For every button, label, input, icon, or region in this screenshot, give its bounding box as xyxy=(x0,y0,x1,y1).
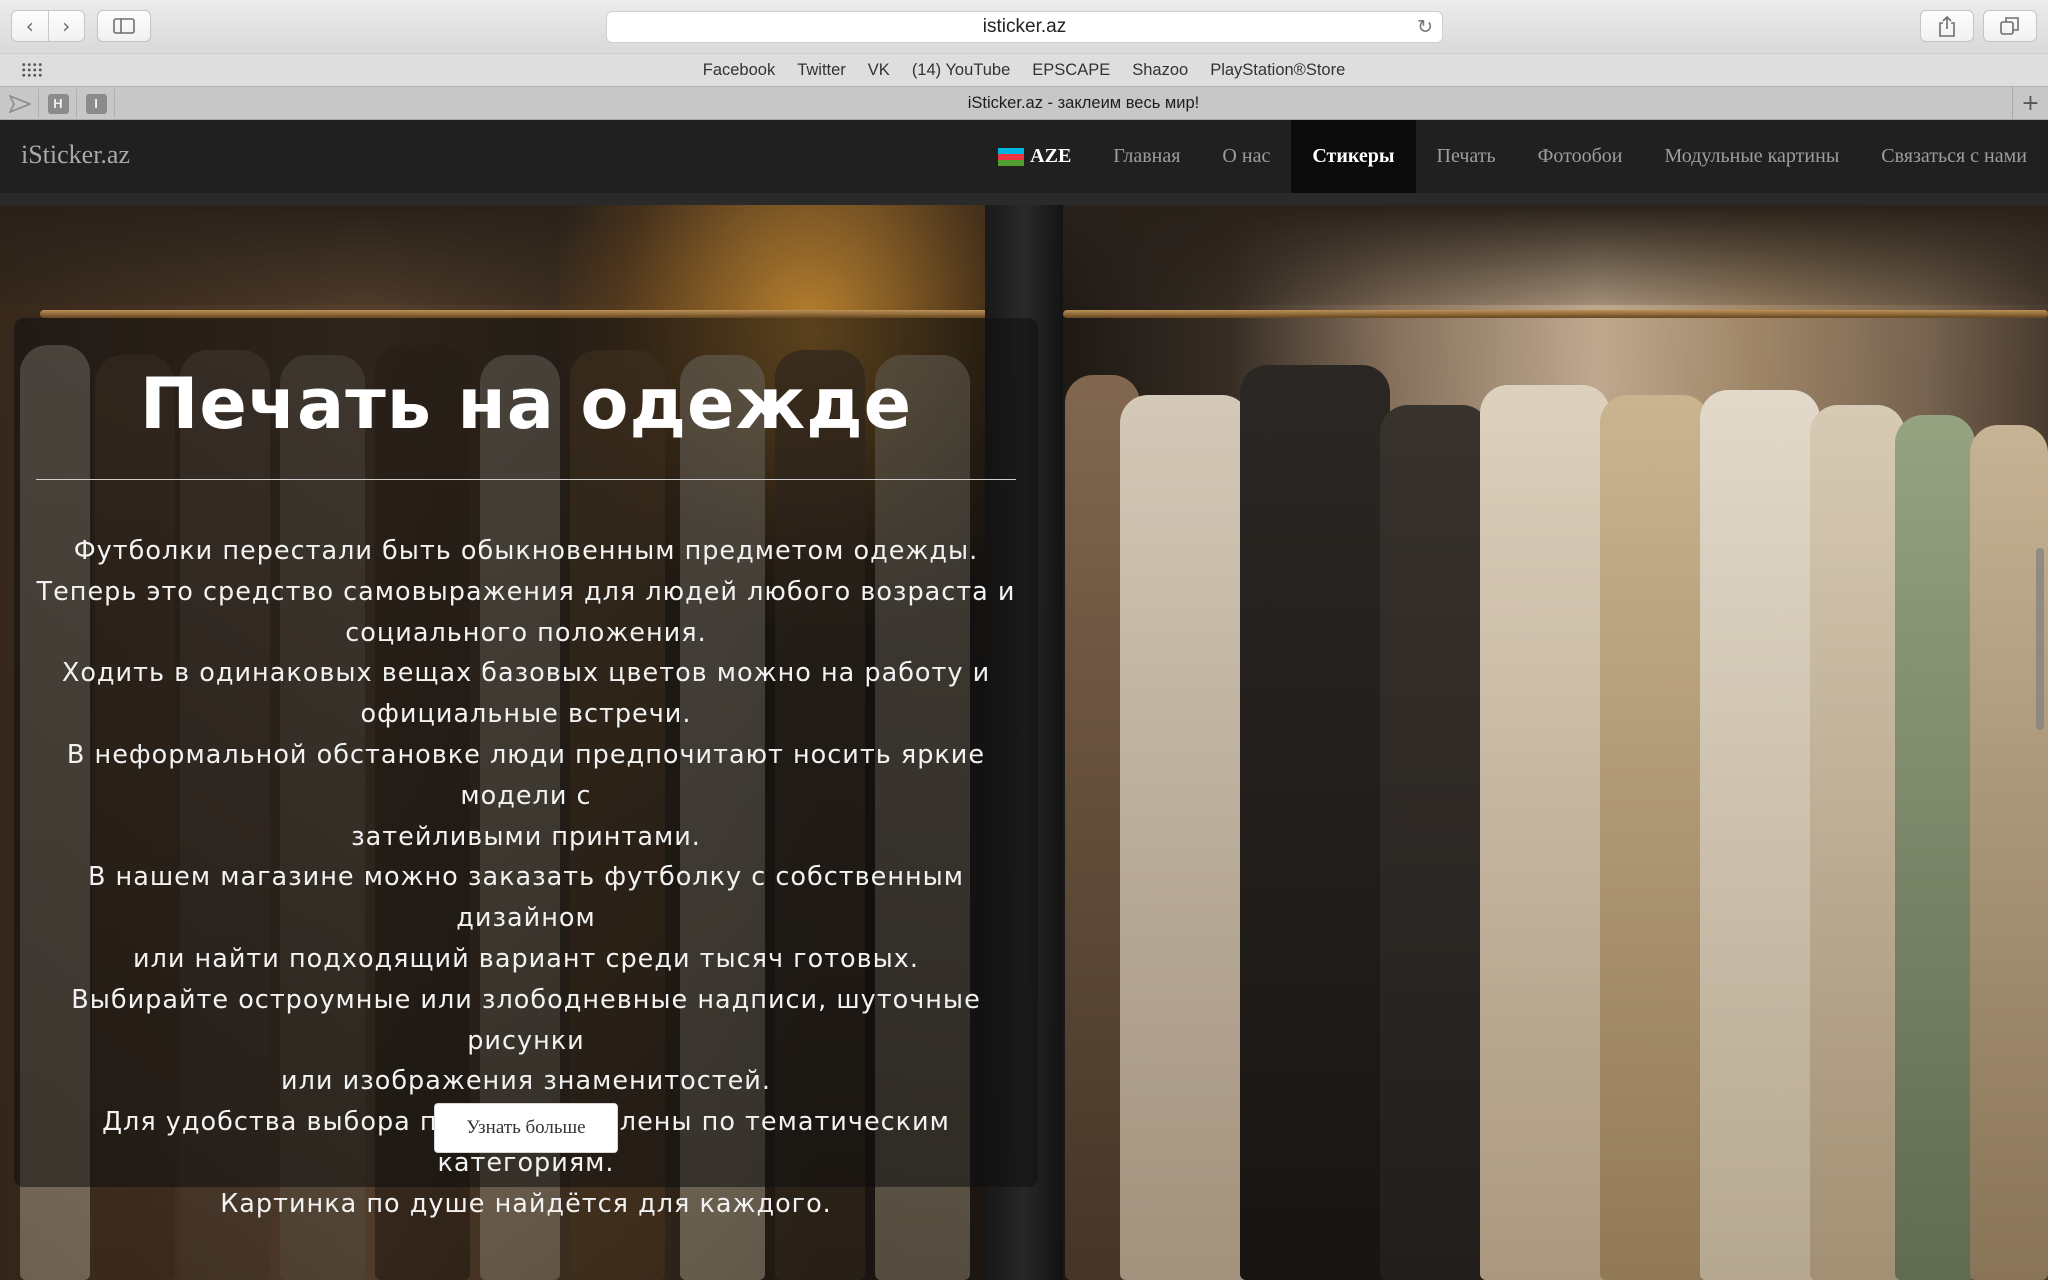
site-brand[interactable]: iSticker.az xyxy=(21,140,130,170)
nav-about[interactable]: О нас xyxy=(1201,120,1291,193)
browser-toolbar: ‹ › isticker.az ↻ xyxy=(0,0,2048,53)
hero-line: Футболки перестали быть обыкновенным пре… xyxy=(73,536,979,566)
hero-line: или найти подходящий вариант среди тысяч… xyxy=(133,943,919,974)
nav-separator xyxy=(0,193,2048,205)
bookmark-youtube[interactable]: (14) YouTube xyxy=(901,61,1021,80)
address-bar[interactable]: isticker.az ↻ xyxy=(606,11,1443,43)
hero-line: В нашем магазине можно заказать футболку… xyxy=(87,862,965,934)
bookmark-playstation-store[interactable]: PlayStation®Store xyxy=(1199,61,1356,80)
hero-text-panel: Печать на одежде Футболки перестали быть… xyxy=(14,318,1038,1219)
hero-line: официальные встречи. xyxy=(360,699,692,730)
pinned-tab-i-icon: I xyxy=(85,93,107,114)
history-nav: ‹ › xyxy=(11,10,85,42)
new-tab-icon[interactable]: + xyxy=(2012,87,2048,119)
bookmark-epscape[interactable]: EPSCAPE xyxy=(1021,61,1121,80)
share-button[interactable] xyxy=(1920,10,1974,42)
tab-bar: H I iSticker.az - заклеим весь мир! + xyxy=(0,86,2048,120)
tabs-overview-button[interactable] xyxy=(1983,10,2037,42)
hero-line: затейливыми принтами. xyxy=(351,821,701,852)
language-selector[interactable]: AZE xyxy=(977,120,1092,193)
hero-title: Печать на одежде xyxy=(139,363,913,445)
hero-line: социального положения. xyxy=(345,617,707,648)
hero-line: или изображения знаменитостей. xyxy=(281,1066,771,1097)
bookmark-twitter[interactable]: Twitter xyxy=(786,61,857,80)
pinned-tab-i[interactable]: I xyxy=(78,89,115,118)
pinned-tab-h[interactable]: H xyxy=(40,89,77,118)
hero-line: Картинка по душе найдётся для каждого. xyxy=(220,1188,832,1219)
learn-more-button[interactable]: Узнать больше xyxy=(434,1103,618,1153)
site-menu: AZE Главная О нас Стикеры Печать Фотообо… xyxy=(977,120,2048,193)
site-navbar: iSticker.az AZE Главная О нас Стикеры Пе… xyxy=(0,120,2048,193)
bookmarks-bar: Facebook Twitter VK (14) YouTube EPSCAPE… xyxy=(0,53,2048,86)
pinned-tab-h-icon: H xyxy=(47,93,69,114)
url-text: isticker.az xyxy=(982,16,1067,37)
tab-title: iSticker.az - заклеим весь мир! xyxy=(967,93,1200,112)
hero-line: В неформальной обстановке люди предпочит… xyxy=(66,739,986,811)
sidebar-icon xyxy=(113,18,135,34)
tabs-icon xyxy=(2000,17,2019,35)
nav-home[interactable]: Главная xyxy=(1092,120,1201,193)
nav-stickers[interactable]: Стикеры xyxy=(1291,120,1416,193)
share-icon xyxy=(1939,15,1955,37)
nav-print[interactable]: Печать xyxy=(1416,120,1517,193)
hero-line: Выбирайте остроумные или злободневные на… xyxy=(71,984,981,1056)
hero-section: Печать на одежде Футболки перестали быть… xyxy=(0,205,2048,1280)
nav-photo-wallpaper[interactable]: Фотообои xyxy=(1517,120,1644,193)
nav-modular-pictures[interactable]: Модульные картины xyxy=(1644,120,1861,193)
send-icon xyxy=(9,94,31,113)
reload-icon[interactable]: ↻ xyxy=(1417,16,1433,38)
hero-line: Ходить в одинаковых вещах базовых цветов… xyxy=(61,658,991,689)
pinned-tab-send[interactable] xyxy=(2,89,39,118)
bookmark-facebook[interactable]: Facebook xyxy=(692,61,786,80)
language-label: AZE xyxy=(1030,145,1072,167)
hero-divider xyxy=(36,479,1016,480)
forward-icon[interactable]: › xyxy=(47,11,85,41)
back-icon[interactable]: ‹ xyxy=(12,11,48,41)
active-tab[interactable]: iSticker.az - заклеим весь мир! xyxy=(155,87,2012,119)
nav-contact[interactable]: Связаться с нами xyxy=(1860,120,2048,193)
bookmark-shazoo[interactable]: Shazoo xyxy=(1121,61,1199,80)
bookmark-vk[interactable]: VK xyxy=(857,61,901,80)
hero-line: Теперь это средство самовыражения для лю… xyxy=(36,576,1016,607)
page-scrollbar[interactable] xyxy=(2036,548,2044,730)
sidebar-toggle-button[interactable] xyxy=(97,10,151,42)
azerbaijan-flag-icon xyxy=(998,147,1025,166)
